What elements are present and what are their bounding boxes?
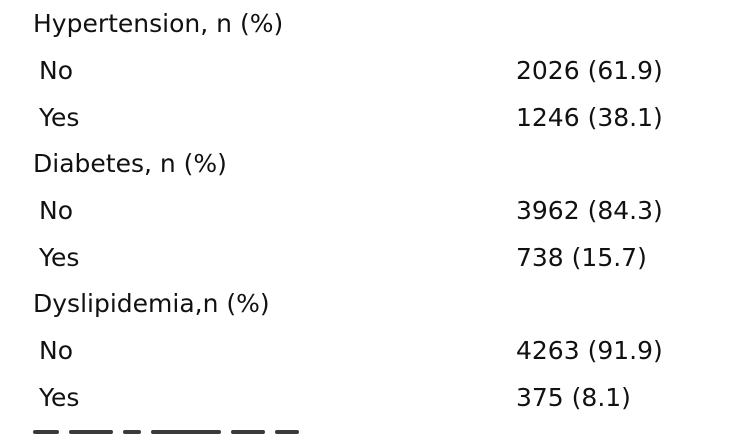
row-label: No bbox=[39, 56, 73, 85]
row-label: Dyslipidemia,n (%) bbox=[33, 289, 270, 318]
table-row-hypertension-yes: Yes 1246 (38.1) bbox=[0, 95, 746, 141]
row-value: 2026 (61.9) bbox=[516, 56, 663, 85]
row-label: Yes bbox=[39, 383, 80, 412]
table-row-hypertension-no: No 2026 (61.9) bbox=[0, 48, 746, 94]
row-label: No bbox=[39, 196, 73, 225]
row-label: Yes bbox=[39, 103, 80, 132]
characteristics-table: Hypertension, n (%) No 2026 (61.9) Yes 1… bbox=[0, 0, 746, 434]
row-label: Yes bbox=[39, 243, 80, 272]
table-row-diabetes-yes: Yes 738 (15.7) bbox=[0, 235, 746, 281]
table-row-dyslipidemia-no: No 4263 (91.9) bbox=[0, 328, 746, 374]
clipped-next-row bbox=[33, 418, 393, 438]
row-label: Diabetes, n (%) bbox=[33, 149, 227, 178]
row-label: No bbox=[39, 336, 73, 365]
row-value: 3962 (84.3) bbox=[516, 196, 663, 225]
table-row-hypertension-header: Hypertension, n (%) bbox=[0, 1, 746, 47]
row-value: 738 (15.7) bbox=[516, 243, 647, 272]
table-row-diabetes-header: Diabetes, n (%) bbox=[0, 141, 746, 187]
table-row-diabetes-no: No 3962 (84.3) bbox=[0, 188, 746, 234]
row-value: 375 (8.1) bbox=[516, 383, 631, 412]
table-row-dyslipidemia-header: Dyslipidemia,n (%) bbox=[0, 281, 746, 327]
row-value: 1246 (38.1) bbox=[516, 103, 663, 132]
table-row-dyslipidemia-yes: Yes 375 (8.1) bbox=[0, 375, 746, 421]
row-label: Hypertension, n (%) bbox=[33, 9, 284, 38]
row-value: 4263 (91.9) bbox=[516, 336, 663, 365]
